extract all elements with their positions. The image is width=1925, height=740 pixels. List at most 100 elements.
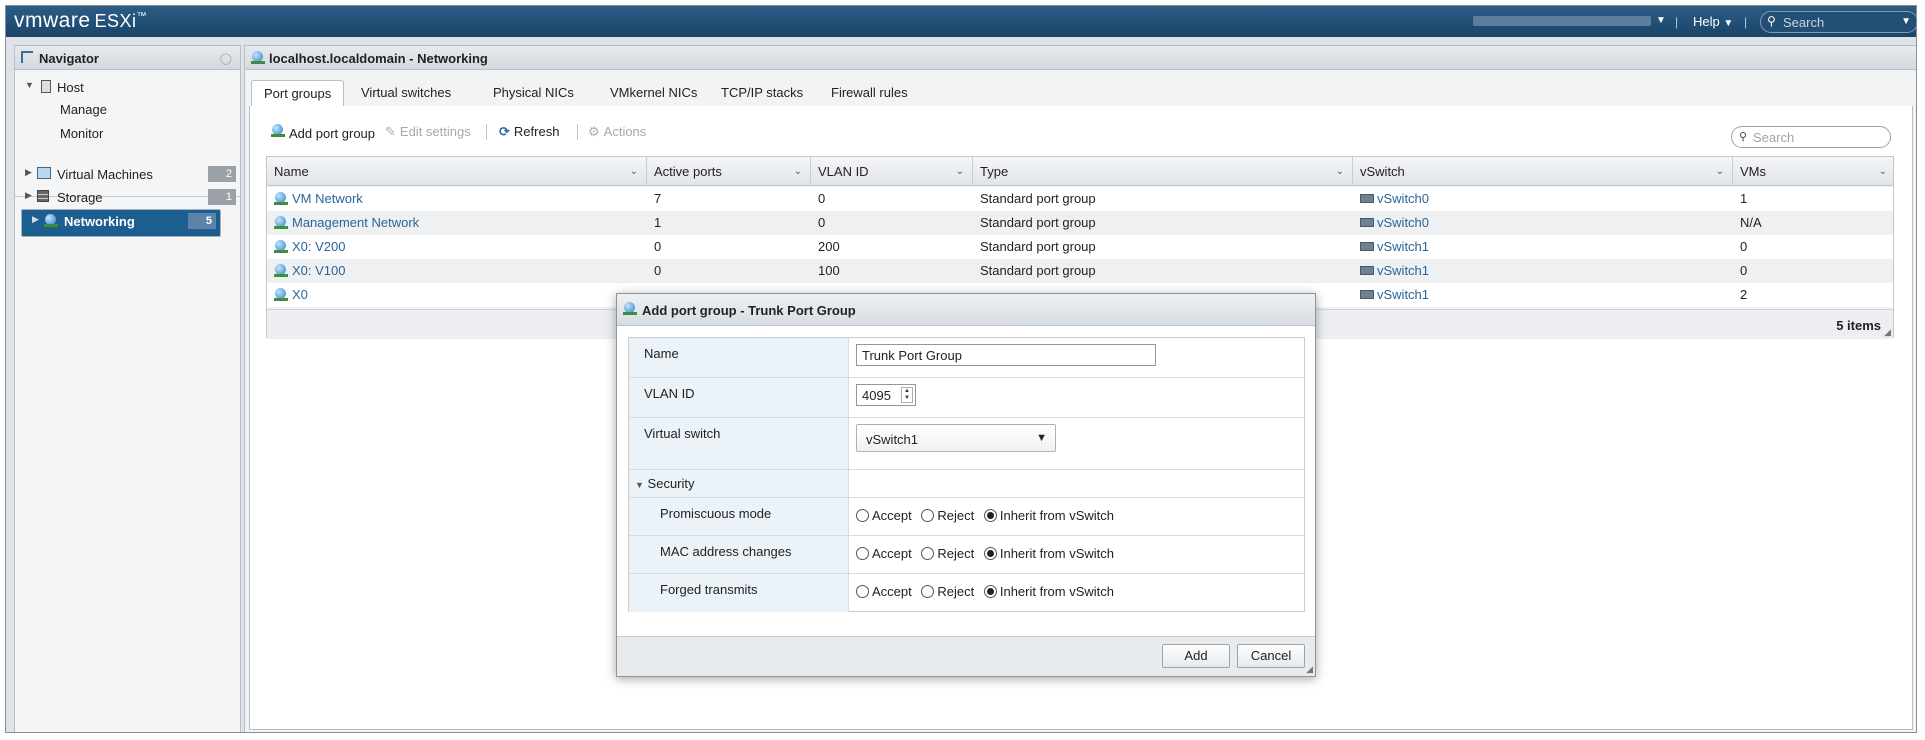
mac-accept-radio[interactable]: Accept [856,546,912,561]
column-header-vms[interactable]: VMs ⌄ [1733,157,1895,186]
mac-reject-radio[interactable]: Reject [921,546,974,561]
cell-text: vSwitch0 [1377,191,1430,206]
user-menu-caret-icon[interactable]: ▼ [1656,15,1666,26]
radio-label: Inherit from vSwitch [999,546,1115,561]
dropdown-arrow-icon: ▼ [1036,432,1047,444]
vswitch-icon [1360,290,1374,299]
vlan-id-stepper[interactable]: 4095 ▲ ▼ [856,384,916,406]
table-row[interactable]: X0: V200 0 200 Standard port group vSwit… [267,235,1893,259]
add-port-group-button[interactable]: Add port group [271,124,375,141]
tab-tcpip-stacks[interactable]: TCP/IP stacks [709,80,815,107]
name-input[interactable] [856,344,1156,366]
column-header-vswitch[interactable]: vSwitch ⌄ [1353,157,1733,186]
table-row[interactable]: X0: V100 0 100 Standard port group vSwit… [267,259,1893,283]
tab-virtual-switches[interactable]: Virtual switches [349,80,463,107]
chevron-down-icon[interactable]: ⌄ [1336,157,1344,186]
row-vswitch[interactable]: vSwitch1 [1353,259,1429,283]
table-row[interactable]: VM Network 7 0 Standard port group vSwit… [267,187,1893,211]
expand-arrow-icon[interactable]: ▶ [25,167,32,178]
resize-handle-icon[interactable]: ◢ [1306,664,1313,675]
column-label: vSwitch [1360,164,1405,179]
radio-circle[interactable] [983,547,997,560]
promiscuous-accept-radio[interactable]: Accept [856,508,912,523]
radio-circle[interactable] [856,547,869,560]
expand-arrow-icon[interactable]: ▼ [25,80,34,90]
radio-circle[interactable] [856,585,869,598]
expand-arrow-icon[interactable]: ▶ [32,214,39,225]
column-label: Active ports [654,164,722,179]
expand-arrow-icon[interactable]: ▶ [25,190,32,201]
column-header-type[interactable]: Type ⌄ [973,157,1353,186]
tab-label: Virtual switches [361,85,452,100]
column-header-name[interactable]: Name ⌄ [267,157,647,186]
nav-item-label: Host [57,80,84,95]
forged-inherit-radio[interactable]: Inherit from vSwitch [983,584,1114,599]
collapse-arrow-icon[interactable]: ▼ [635,480,644,490]
row-active-ports: 7 [654,191,662,206]
chevron-down-icon[interactable]: ⌄ [1879,157,1887,186]
grid-search-input[interactable]: ⚲ Search [1731,126,1891,148]
security-section-header[interactable]: ▼ Security [629,470,1304,498]
tab-label: TCP/IP stacks [721,85,804,100]
help-menu[interactable]: Help ▼ [1693,14,1733,29]
row-name[interactable]: Management Network [267,211,419,235]
vlan-value-cell: 4095 ▲ ▼ [850,378,1304,417]
search-dropdown-icon[interactable]: ▼ [1901,16,1911,27]
nav-item-monitor[interactable]: Monitor [15,122,240,144]
mac-address-changes-options: Accept Reject Inherit from vSwitch [850,536,1304,573]
resize-handle-icon[interactable]: ◢ [1884,327,1891,338]
forged-accept-radio[interactable]: Accept [856,584,912,599]
stepper-up-icon[interactable]: ▲ [902,388,912,395]
row-vswitch[interactable]: vSwitch0 [1353,187,1429,211]
tab-physical-nics[interactable]: Physical NICs [481,80,586,107]
nav-item-storage[interactable]: ▶ Storage 1 [15,186,240,208]
form-row-name: Name [629,338,1304,378]
tab-port-groups[interactable]: Port groups [251,80,345,107]
edit-settings-button[interactable]: ✎ Edit settings [385,124,471,140]
forged-reject-radio[interactable]: Reject [921,584,974,599]
user-menu[interactable] [1473,16,1651,26]
radio-circle[interactable] [983,509,997,522]
chevron-down-icon[interactable]: ⌄ [1716,157,1724,186]
row-name[interactable]: X0: V100 [267,259,346,283]
promiscuous-inherit-radio[interactable]: Inherit from vSwitch [983,508,1114,523]
help-caret-icon: ▼ [1723,18,1734,29]
tab-firewall-rules[interactable]: Firewall rules [819,80,920,107]
row-vswitch[interactable]: vSwitch1 [1353,283,1429,307]
tab-label: Firewall rules [831,85,908,100]
chevron-down-icon[interactable]: ⌄ [956,157,964,186]
refresh-button[interactable]: ⟳ Refresh [499,124,559,140]
nav-item-virtual-machines[interactable]: ▶ Virtual Machines 2 [15,163,240,185]
tab-vmkernel-nics[interactable]: VMkernel NICs [598,80,709,107]
column-header-vlan-id[interactable]: VLAN ID ⌄ [811,157,973,186]
column-header-active-ports[interactable]: Active ports ⌄ [647,157,811,186]
promiscuous-reject-radio[interactable]: Reject [921,508,974,523]
toolbar-label: Refresh [513,124,560,139]
add-button[interactable]: Add [1162,644,1230,668]
nav-item-host[interactable]: ▼ Host [15,76,240,98]
stepper-down-icon[interactable]: ▼ [902,395,912,402]
nav-item-networking[interactable]: ▶ Networking 5 [21,209,221,237]
radio-circle[interactable] [921,547,935,560]
chevron-down-icon[interactable]: ⌄ [630,157,638,186]
top-bar: vmware ESXi™ ▼ | Help ▼ | ⚲ Search ▼ [6,6,1916,37]
table-row[interactable]: Management Network 1 0 Standard port gro… [267,211,1893,235]
radio-circle[interactable] [983,585,997,598]
radio-circle[interactable] [921,585,935,598]
global-search[interactable]: ⚲ Search ▼ [1760,11,1916,33]
row-name[interactable]: X0: V200 [267,235,346,259]
nav-item-manage[interactable]: Manage [15,98,240,120]
security-toggle[interactable]: ▼ Security [629,470,849,497]
actions-button[interactable]: ⚙ Actions [588,124,646,140]
virtual-switch-select[interactable]: vSwitch1 ▼ [856,424,1056,452]
cancel-button[interactable]: Cancel [1237,644,1305,668]
row-vswitch[interactable]: vSwitch1 [1353,235,1429,259]
collapse-navigator-icon[interactable]: ◯ [220,52,232,65]
chevron-down-icon[interactable]: ⌄ [794,157,802,186]
row-vswitch[interactable]: vSwitch0 [1353,211,1429,235]
row-name[interactable]: VM Network [267,187,363,211]
radio-circle[interactable] [856,509,869,522]
row-name[interactable]: X0 [267,283,308,307]
radio-circle[interactable] [921,509,935,522]
mac-inherit-radio[interactable]: Inherit from vSwitch [983,546,1115,561]
